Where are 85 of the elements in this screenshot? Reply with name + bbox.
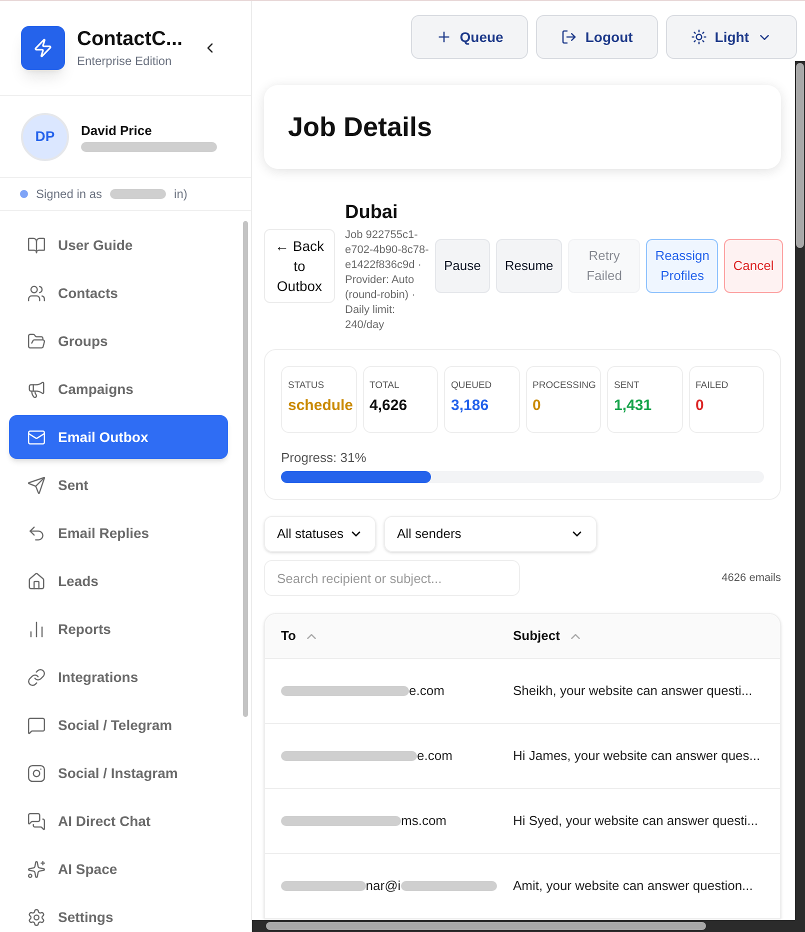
- stat-label: PROCESSING: [532, 378, 596, 392]
- email-row[interactable]: e.com Sheikh, your website can answer questi...: [265, 659, 780, 724]
- action-button[interactable]: Cancel: [724, 238, 783, 293]
- megaphone-icon: [27, 380, 46, 398]
- folder-icon: [27, 332, 46, 350]
- sparkles-icon: [27, 860, 46, 878]
- action-button[interactable]: Resume: [496, 238, 562, 293]
- book-icon: [27, 236, 46, 254]
- nav-item[interactable]: AI Space: [9, 847, 228, 891]
- email-row[interactable]: ms.com Hi Syed, your website can answer questi...: [265, 789, 780, 854]
- back-button[interactable]: ← Back to Outbox: [264, 228, 335, 303]
- nav-item[interactable]: Email Outbox: [9, 415, 228, 459]
- table-cell-text: e.com: [417, 747, 452, 766]
- settings-icon: [27, 908, 46, 926]
- horizontal-scrollbar[interactable]: [252, 920, 795, 932]
- nav-item[interactable]: Reports: [9, 607, 228, 651]
- stat-label: FAILED: [696, 378, 728, 392]
- status-select[interactable]: All statuses: [264, 516, 376, 552]
- nav-item[interactable]: Social / Instagram: [9, 751, 228, 795]
- table-cell-text: Hi Syed, your website can answer questi...: [512, 812, 758, 830]
- chat-bubble-icon: [27, 716, 46, 734]
- nav-item[interactable]: Contacts: [9, 271, 228, 315]
- nav-item[interactable]: Campaigns: [9, 367, 228, 411]
- signed-in-label: Signed in as: [36, 186, 102, 203]
- camera-icon: [27, 764, 46, 782]
- stat-label: STATUS: [288, 378, 324, 392]
- nav-item[interactable]: Sent: [9, 463, 228, 507]
- page-title: Job Details: [288, 110, 432, 144]
- stat-value: 1,431: [614, 396, 652, 416]
- avatar: DP: [21, 112, 69, 160]
- table-cell-text: Sheikh, your website can answer questi...: [512, 682, 752, 700]
- user-name: David Price: [81, 122, 153, 140]
- search-field[interactable]: Search recipient or subject...: [264, 560, 520, 596]
- brand-name: ContactC...: [77, 26, 184, 52]
- sidebar-scrollbar[interactable]: [243, 221, 248, 717]
- nav-item[interactable]: Settings: [9, 895, 228, 932]
- table-cell-text: nar@i: [366, 877, 401, 896]
- reply-icon: [27, 524, 46, 542]
- plus-icon: [436, 29, 452, 45]
- stat-label: QUEUED: [451, 378, 492, 392]
- redaction-mark: [110, 189, 166, 199]
- table-cell-text: Hi James, your website can answer ques...: [512, 747, 760, 766]
- logo-icon: [21, 26, 65, 70]
- toolbar-button[interactable]: Logout: [536, 15, 658, 59]
- vertical-scrollbar[interactable]: [795, 61, 805, 932]
- signed-in-role: in): [174, 186, 188, 203]
- toolbar-button[interactable]: Light: [666, 15, 797, 59]
- email-row[interactable]: e.com Hi James, your website can answer ques...: [265, 724, 780, 789]
- stat-label: TOTAL: [370, 378, 400, 392]
- nav-item[interactable]: Groups: [9, 319, 228, 363]
- stat-value: 0: [532, 396, 541, 416]
- stat-value: 4,626: [370, 396, 408, 416]
- stat-value: schedule: [288, 396, 354, 416]
- nav-item[interactable]: Email Replies: [9, 511, 228, 555]
- users-icon: [27, 284, 46, 302]
- progress-label: Progress: 31%: [281, 448, 368, 467]
- table-cell-text: ms.com: [401, 812, 446, 830]
- logout-icon: [561, 29, 578, 45]
- email-count: 4626 emails: [722, 570, 781, 586]
- nav-item[interactable]: User Guide: [9, 223, 228, 267]
- stat-label: SENT: [614, 378, 640, 392]
- nav-item[interactable]: AI Direct Chat: [9, 799, 228, 843]
- stat-value: 3,186: [451, 396, 489, 416]
- toolbar-button[interactable]: Queue: [410, 15, 528, 59]
- link-icon: [27, 668, 46, 686]
- house-icon: [27, 572, 46, 590]
- nav-item[interactable]: Leads: [9, 559, 228, 603]
- job-name: Dubai: [345, 201, 399, 225]
- mail-icon: [27, 428, 46, 446]
- chat-bubbles-icon: [27, 812, 46, 830]
- nav-item[interactable]: Integrations: [9, 655, 228, 699]
- sun-icon: [690, 29, 707, 45]
- sender-select[interactable]: All senders: [384, 516, 597, 552]
- table-cell-text: e.com: [409, 682, 444, 700]
- table-cell-text: Amit, your website can answer question...: [512, 877, 753, 896]
- column-header[interactable]: Subject: [497, 626, 583, 646]
- job-meta: Job 922755c1-e702-4b90-8c78-e1422f836c9d · Provider: Auto (round-robin) · Daily limit: 240/day: [345, 228, 429, 332]
- stat-value: 0: [696, 396, 704, 416]
- action-button[interactable]: Pause: [435, 238, 490, 293]
- action-button[interactable]: Reassign Profiles: [646, 238, 718, 293]
- email-row[interactable]: nar@i Amit, your website can answer question...: [265, 854, 780, 919]
- brand-edition: Enterprise Edition: [77, 52, 173, 70]
- nav-item[interactable]: Social / Telegram: [9, 703, 228, 747]
- send-icon: [27, 476, 46, 494]
- column-header[interactable]: To: [265, 626, 497, 646]
